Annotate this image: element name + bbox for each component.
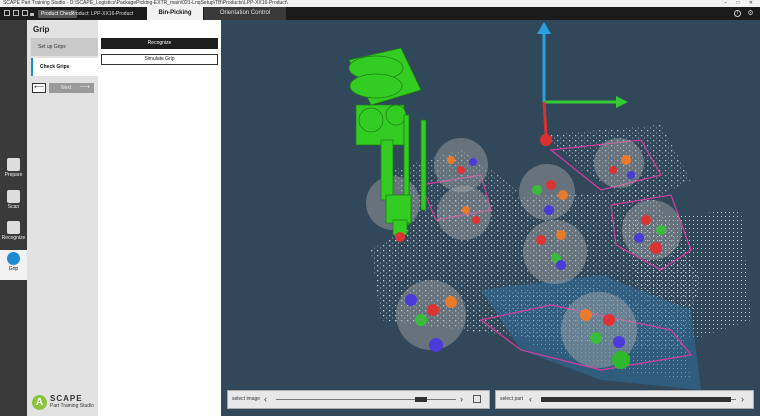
next-label: Next xyxy=(61,85,72,91)
logo-tagline: Part Training Studio xyxy=(50,403,94,409)
nav-label: Scan xyxy=(7,204,20,210)
recognize-button[interactable]: Recognize xyxy=(101,38,218,49)
workflow-nav: Prepare Scan Recognize Grip xyxy=(0,20,27,416)
chevron-right-icon[interactable]: › xyxy=(460,391,463,408)
simulate-grip-button[interactable]: Simulate Grip xyxy=(101,54,218,65)
tab-orientation-control[interactable]: Orientation Control xyxy=(204,7,286,20)
panel-title: Grip xyxy=(33,25,50,34)
image-slider-label: select image xyxy=(232,396,261,402)
chevron-right-icon[interactable]: › xyxy=(741,391,744,408)
arrow-right-icon: ⟶ xyxy=(79,84,90,91)
3d-viewport[interactable] xyxy=(221,20,760,416)
open-folder-icon[interactable] xyxy=(13,10,19,16)
nav-item-prepare[interactable]: Prepare xyxy=(0,156,27,186)
chevron-left-icon[interactable]: ‹ xyxy=(529,391,532,408)
nav-label: Grip xyxy=(8,266,19,272)
coordinate-axes xyxy=(537,22,628,146)
snapshot-icon[interactable] xyxy=(473,395,481,403)
new-file-icon[interactable] xyxy=(4,10,10,16)
recognize-icon xyxy=(7,221,20,234)
grip-panel: Grip Set up Grips Check Grips ⟵ Next ⟶ R… xyxy=(27,20,221,416)
nav-label: Recognize xyxy=(1,235,26,241)
grip-icon xyxy=(7,252,20,265)
chevron-left-icon[interactable]: ‹ xyxy=(264,391,267,408)
part-slider-label: select part xyxy=(500,396,524,402)
part-slider-thumb[interactable] xyxy=(541,397,732,402)
scan-icon xyxy=(7,190,20,203)
prepare-icon xyxy=(7,158,20,171)
product-label: Product: LPP-XX16-Product xyxy=(71,11,134,17)
tab-bin-picking[interactable]: Bin-Picking xyxy=(147,7,203,20)
step-check-grips[interactable]: Check Grips xyxy=(31,58,98,76)
next-button[interactable]: Next ⟶ xyxy=(49,83,94,93)
logo-mark: A xyxy=(32,395,47,410)
nav-item-scan[interactable]: Scan xyxy=(0,188,27,218)
logo-name: SCAPE xyxy=(50,394,83,403)
settings-icon[interactable]: ⚙ xyxy=(747,10,754,17)
window-controls[interactable]: – □ ✕ xyxy=(724,0,757,7)
info-icon[interactable]: i xyxy=(734,10,741,17)
step-set-up-grips[interactable]: Set up Grips xyxy=(31,38,98,56)
step-list: Grip Set up Grips Check Grips ⟵ Next ⟶ xyxy=(27,20,98,416)
scene-canvas[interactable] xyxy=(221,20,760,416)
image-slider-track[interactable] xyxy=(276,399,456,400)
save-icon[interactable] xyxy=(22,10,28,16)
nav-label: Prepare xyxy=(4,172,23,178)
image-slider[interactable]: select image ‹ › xyxy=(227,390,490,409)
nav-item-recognize[interactable]: Recognize xyxy=(0,219,27,249)
toolbar: Product Check Product: LPP-XX16-Product … xyxy=(0,7,760,20)
image-slider-thumb[interactable] xyxy=(415,397,428,402)
dropdown-icon[interactable] xyxy=(30,13,34,16)
window-title: SCAPE Part Training Studio - D:\SCAPE_Lo… xyxy=(3,0,288,6)
part-slider[interactable]: select part ‹ › xyxy=(495,390,754,409)
nav-item-grip[interactable]: Grip xyxy=(0,250,27,280)
title-bar: SCAPE Part Training Studio - D:\SCAPE_Lo… xyxy=(0,0,760,7)
back-button[interactable]: ⟵ xyxy=(32,83,46,93)
